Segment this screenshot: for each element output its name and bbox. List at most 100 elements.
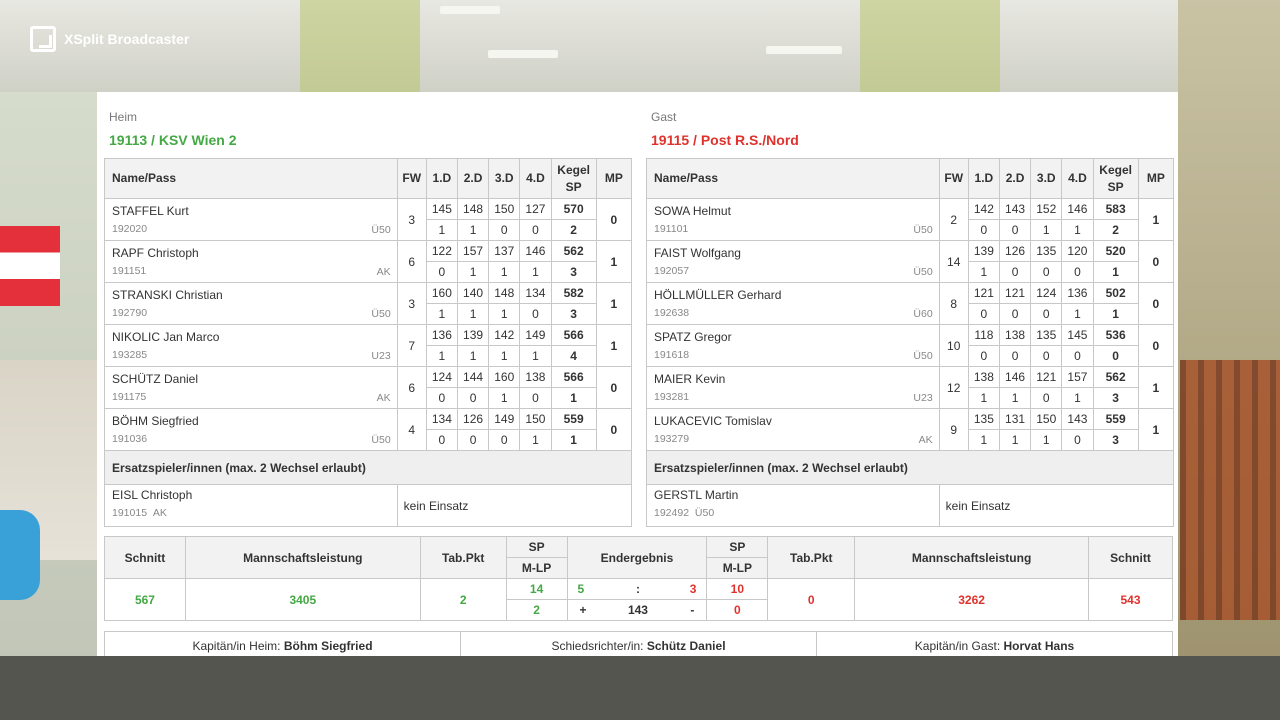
player-fw: 6 [396,240,427,283]
away-team-name: 19115 / Post R.S./Nord [651,132,799,148]
player-class: AK [376,392,391,404]
player-row: RAPF Christoph 191151 AK 6 122 157 137 146 562 1 [104,240,633,283]
durchgang-sp: 0 [967,345,1000,367]
player-class: AK [918,434,933,446]
header-kegel-sp: Kegel SP [1092,158,1139,199]
player-row: SCHÜTZ Daniel 191175 AK 6 124 144 160 138 566 0 [104,366,633,409]
player-pass: 192057 [654,265,690,277]
durchgang-sp: 1 [425,219,458,241]
durchgang-score: 120 [1061,240,1094,262]
durchgang-sp: 1 [488,387,521,409]
substitute-pass-number: 192492 [654,507,690,519]
player-sp: 3 [1092,387,1139,409]
player-mp: 0 [1137,324,1175,367]
durchgang-sp: 0 [1030,261,1063,283]
player-cell: RAPF Christoph 191151 AK [104,240,398,283]
xsplit-logo-icon [30,26,56,52]
ceiling-beam [860,0,1000,92]
durchgang-sp: 0 [967,219,1000,241]
durchgang-sp: 0 [488,429,521,451]
summary-header-sp: SP [706,536,769,558]
substitute-pass: 192492 Ü50 [654,507,932,519]
home-mlp: 2 [505,599,568,621]
match-summary-table: Schnitt Mannschaftsleistung Tab.Pkt SP E… [104,536,1173,621]
player-class: Ü50 [371,308,391,320]
wooden-railing [1180,360,1280,620]
player-cell: SPATZ Gregor 191618 Ü50 [646,324,940,367]
home-tabpkt: 2 [419,578,507,621]
durchgang-sp: 1 [1061,219,1094,241]
player-cell: LUKACEVIC Tomislav 193279 AK [646,408,940,451]
player-name: SOWA Helmut [654,204,731,218]
durchgang-sp: 0 [1061,429,1094,451]
durchgang-score: 143 [1061,408,1094,430]
summary-header-tabpkt: Tab.Pkt [419,536,507,579]
end-separator: : [607,578,669,600]
summary-header-schnitt: Schnitt [104,536,186,579]
durchgang-sp: 1 [425,345,458,367]
away-tabpkt: 0 [767,578,856,621]
durchgang-score: 138 [998,324,1032,346]
durchgang-sp: 1 [456,303,490,325]
durchgang-sp: 0 [425,429,458,451]
durchgang-sp: 0 [456,387,490,409]
away-player-table: Name/Pass FW 1.D 2.D 3.D 4.D Kegel SP MP SOWA He… [646,158,1175,527]
ceiling-light [440,6,500,14]
durchgang-score: 126 [456,408,490,430]
player-pass: 191101 [654,223,689,235]
player-pass: 192638 [654,307,690,319]
durchgang-score: 146 [1061,198,1094,220]
player-class: Ü50 [913,350,933,362]
player-class: Ü50 [913,266,933,278]
summary-header-tabpkt: Tab.Pkt [767,536,856,579]
player-sp: 1 [1092,303,1139,325]
summary-header-mannschaft: Mannschaftsleistung [184,536,421,579]
durchgang-score: 124 [1030,282,1063,304]
durchgang-sp: 0 [998,261,1032,283]
player-pass: 192020 [112,223,148,235]
home-schnitt: 567 [104,578,186,621]
player-sp: 2 [550,219,597,241]
durchgang-sp: 1 [967,387,1000,409]
player-kegel: 583 [1092,198,1139,220]
header-2d: 2.D [456,158,490,199]
player-fw: 10 [938,324,969,367]
player-class: Ü50 [371,434,391,446]
player-mp: 1 [595,324,633,367]
durchgang-score: 149 [488,408,521,430]
durchgang-score: 150 [488,198,521,220]
player-kegel: 582 [550,282,597,304]
player-row: BÖHM Siegfried 191036 Ü50 4 134 126 149 150 559 0 [104,408,633,451]
durchgang-score: 138 [519,366,552,388]
player-pass: 191175 [112,391,147,403]
substitute-cell: EISL Christoph 191015 AK [104,484,398,527]
header-1d: 1.D [425,158,458,199]
player-kegel: 562 [1092,366,1139,388]
vienna-flag [0,226,60,306]
player-name: BÖHM Siegfried [112,414,199,428]
captain-away: Kapitän/in Gast: Horvat Hans [817,632,1172,656]
minus-sign: - [668,599,708,621]
header-name: Name/Pass [646,158,940,199]
player-sp: 3 [550,303,597,325]
durchgang-score: 122 [425,240,458,262]
substitute-row: EISL Christoph 191015 AK kein Einsatz [104,484,633,527]
player-row: NIKOLIC Jan Marco 193285 U23 7 136 139 142 149 5… [104,324,633,367]
player-row: STAFFEL Kurt 192020 Ü50 3 145 148 150 127 570 0 [104,198,633,241]
player-kegel: 570 [550,198,597,220]
ceiling-light [766,46,842,54]
player-fw: 2 [938,198,969,241]
player-sp: 1 [550,387,597,409]
player-fw: 6 [396,366,427,409]
durchgang-sp: 1 [488,261,521,283]
durchgang-sp: 1 [456,261,490,283]
durchgang-score: 142 [967,198,1000,220]
officials-footer: Kapitän/in Heim: Böhm Siegfried Schiedsr… [104,631,1173,656]
player-name: HÖLLMÜLLER Gerhard [654,288,782,302]
durchgang-score: 134 [519,282,552,304]
substitute-row: GERSTL Martin 192492 Ü50 kein Einsatz [646,484,1175,527]
durchgang-sp: 1 [967,261,1000,283]
player-sp: 3 [1092,429,1139,451]
durchgang-score: 121 [967,282,1000,304]
away-team-header: Gast 19115 / Post R.S./Nord [651,110,799,148]
